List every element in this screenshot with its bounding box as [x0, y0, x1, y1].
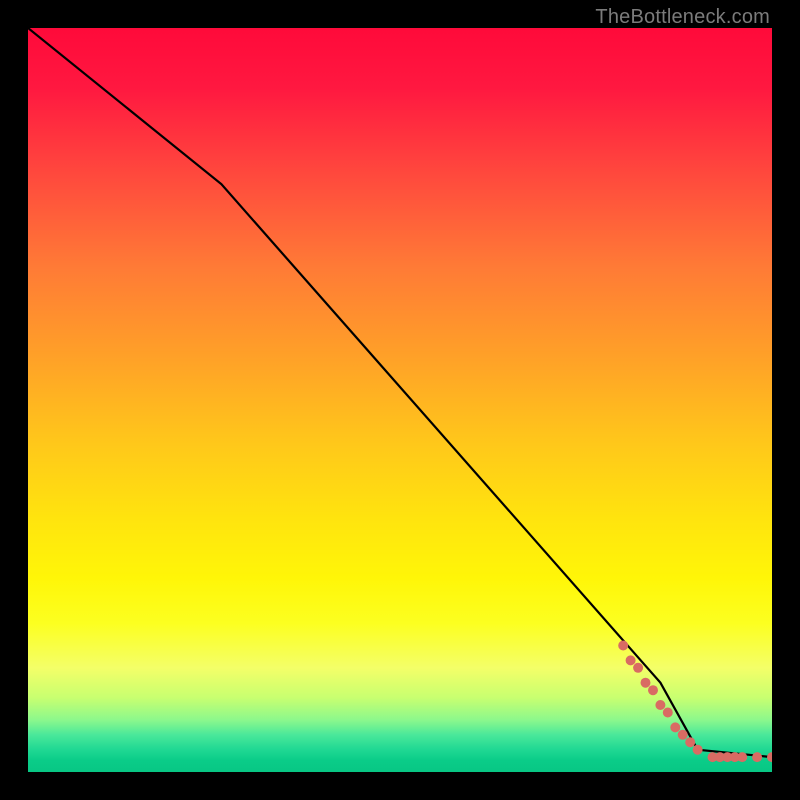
gradient-background	[28, 28, 772, 772]
chart-stage: TheBottleneck.com	[0, 0, 800, 800]
attribution-text: TheBottleneck.com	[595, 6, 770, 29]
